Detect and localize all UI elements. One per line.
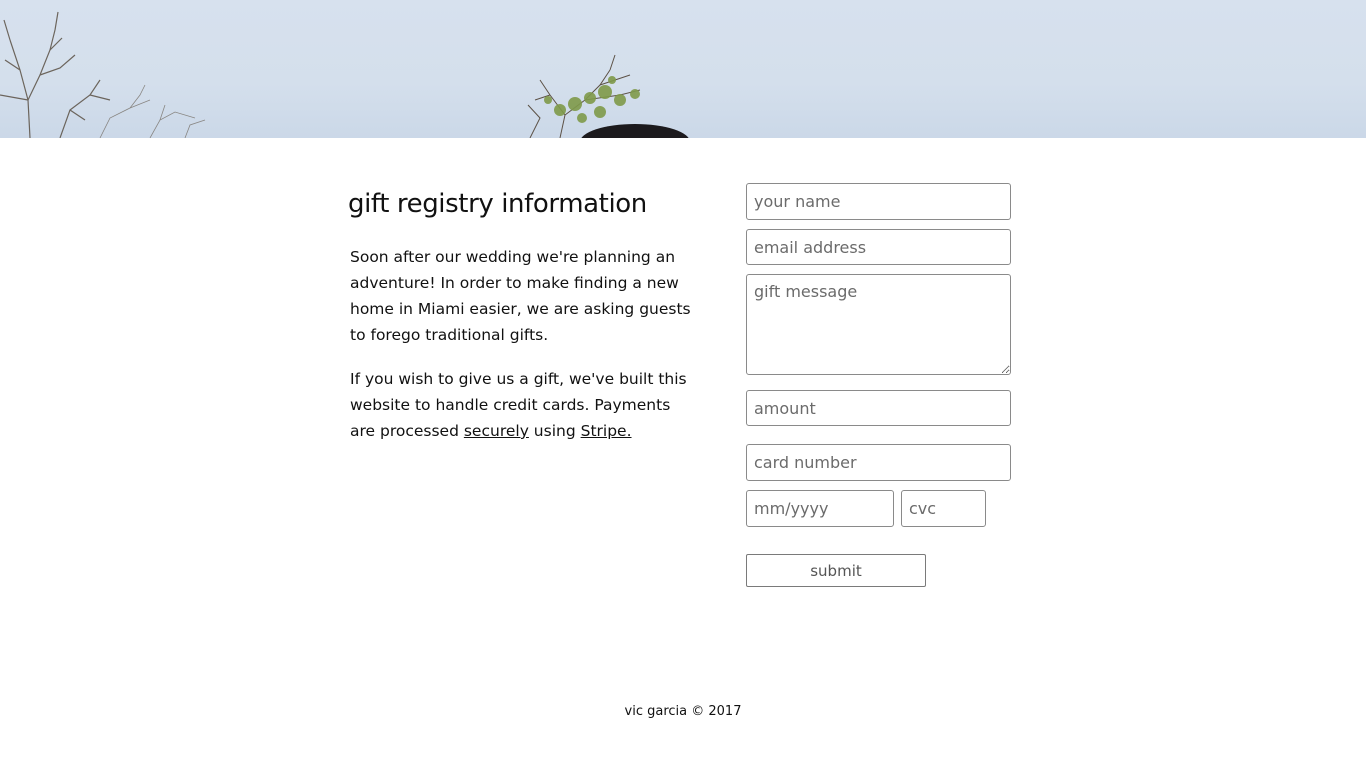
email-input[interactable] — [746, 229, 1011, 265]
amount-input[interactable] — [746, 390, 1011, 426]
expiry-input[interactable] — [746, 490, 894, 527]
footer-credit: vic garcia © 2017 — [624, 704, 742, 719]
hero-photo — [0, 11, 689, 138]
stripe-link[interactable]: Stripe. — [581, 422, 632, 440]
name-input[interactable] — [746, 183, 1011, 220]
page-title: gift registry information — [348, 189, 647, 219]
submit-button[interactable]: submit — [746, 554, 926, 587]
registry-info: gift registry information Soon after our… — [348, 186, 693, 462]
payment-paragraph: If you wish to give us a gift, we've bui… — [350, 366, 693, 444]
securely-link[interactable]: securely — [464, 422, 529, 440]
cvc-input[interactable] — [901, 490, 986, 527]
hero-banner — [0, 0, 1366, 138]
gift-message-input[interactable] — [746, 274, 1011, 375]
payment-text-middle: using — [528, 422, 581, 440]
intro-paragraph: Soon after our wedding we're planning an… — [350, 248, 691, 344]
card-number-input[interactable] — [746, 444, 1011, 481]
